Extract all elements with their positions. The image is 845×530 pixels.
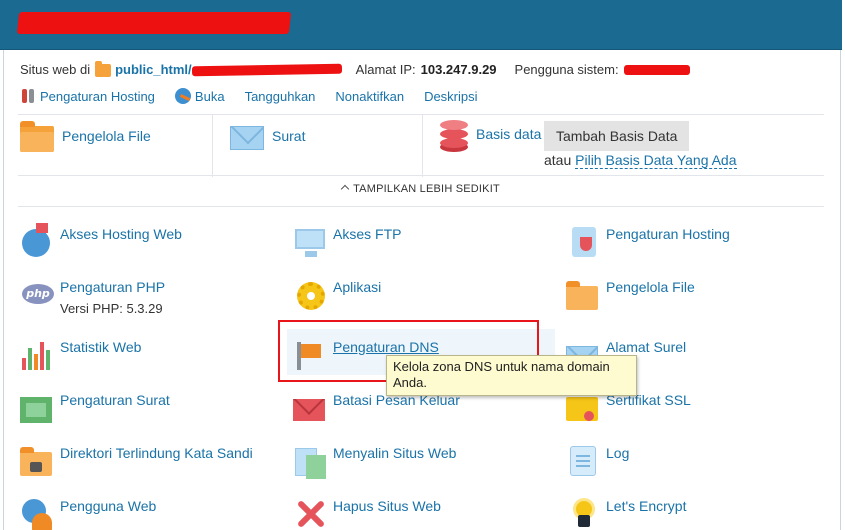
open-label: Buka bbox=[194, 88, 225, 104]
folder-icon bbox=[566, 278, 600, 312]
disable-action[interactable]: Nonaktifkan bbox=[335, 89, 404, 104]
ftp-monitor-icon bbox=[293, 225, 327, 259]
add-database-button[interactable]: Tambah Basis Data bbox=[544, 121, 690, 151]
hosting-shield-icon bbox=[566, 225, 600, 259]
redacted-system-user bbox=[623, 65, 690, 75]
top-header-bar bbox=[0, 0, 842, 50]
mail-settings-item[interactable]: Pengaturan Surat bbox=[20, 391, 170, 425]
php-version-text: Versi PHP: 5.3.29 bbox=[60, 301, 163, 316]
hosting-settings-label: Pengaturan Hosting bbox=[40, 88, 155, 104]
log-icon bbox=[566, 444, 600, 478]
tile-divider bbox=[422, 115, 423, 177]
tile-divider bbox=[212, 115, 213, 177]
folder-icon bbox=[20, 121, 54, 152]
file-manager-item[interactable]: Pengelola File bbox=[566, 278, 695, 312]
php-icon: php bbox=[20, 278, 54, 312]
applications-label: Aplikasi bbox=[333, 279, 382, 295]
lets-encrypt-label: Let's Encrypt bbox=[606, 498, 687, 514]
applications-item[interactable]: Aplikasi bbox=[293, 278, 381, 312]
ftp-access-item[interactable]: Akses FTP bbox=[293, 225, 401, 259]
file-manager-tile[interactable]: Pengelola File bbox=[20, 121, 151, 152]
web-user-icon bbox=[20, 497, 54, 530]
remove-website-item[interactable]: Hapus Situs Web bbox=[293, 497, 441, 530]
mail-settings-icon bbox=[20, 391, 54, 425]
web-users-item[interactable]: Pengguna Web bbox=[20, 497, 156, 530]
globe-flag-icon bbox=[20, 223, 54, 259]
delete-x-icon bbox=[293, 497, 327, 530]
gear-icon bbox=[293, 278, 327, 312]
suspend-action[interactable]: Tangguhkan bbox=[245, 89, 316, 104]
website-label: Situs web di bbox=[20, 61, 91, 77]
hosting-settings-action[interactable]: Pengaturan Hosting bbox=[20, 88, 155, 104]
choose-existing-database-row: atau Pilih Basis Data Yang Ada bbox=[544, 152, 737, 169]
email-address-label: Alamat Surel bbox=[606, 339, 687, 355]
database-icon bbox=[440, 120, 468, 152]
web-users-label: Pengguna Web bbox=[60, 498, 157, 514]
dns-tooltip: Kelola zona DNS untuk nama domain Anda. bbox=[386, 355, 637, 396]
description-action[interactable]: Deskripsi bbox=[424, 89, 477, 104]
certificate-icon bbox=[566, 391, 600, 425]
mail-tile[interactable]: Surat bbox=[230, 122, 305, 150]
web-hosting-access-label: Akses Hosting Web bbox=[60, 226, 182, 242]
lets-encrypt-icon bbox=[566, 497, 600, 530]
system-user-label: Pengguna sistem: bbox=[514, 61, 619, 77]
copy-site-icon bbox=[293, 444, 327, 479]
web-hosting-access-item[interactable]: Akses Hosting Web bbox=[20, 223, 182, 259]
folder-icon bbox=[95, 60, 112, 77]
remove-website-label: Hapus Situs Web bbox=[333, 498, 441, 514]
choose-existing-database-link[interactable]: Pilih Basis Data Yang Ada bbox=[575, 152, 737, 169]
databases-tile[interactable]: Basis data bbox=[440, 120, 541, 152]
limit-outgoing-messages-item[interactable]: Batasi Pesan Keluar bbox=[293, 391, 460, 425]
ip-value: 103.247.9.29 bbox=[420, 61, 497, 77]
hosting-settings-item[interactable]: Pengaturan Hosting bbox=[566, 225, 730, 259]
locked-folder-icon bbox=[20, 444, 54, 478]
php-settings-label: Pengaturan PHP bbox=[60, 279, 166, 295]
or-text: atau bbox=[544, 152, 572, 168]
open-action[interactable]: Buka bbox=[174, 88, 225, 104]
ftp-access-label: Akses FTP bbox=[333, 226, 402, 242]
website-copying-item[interactable]: Menyalin Situs Web bbox=[293, 444, 457, 479]
ssl-certificates-item[interactable]: Sertifikat SSL bbox=[566, 391, 691, 425]
globe-icon bbox=[174, 88, 191, 104]
password-protected-directories-label: Direktori Terlindung Kata Sandi bbox=[60, 445, 253, 461]
envelope-icon bbox=[230, 126, 264, 150]
redacted-path bbox=[191, 63, 342, 77]
mail-label: Surat bbox=[272, 128, 306, 144]
web-statistics-label: Statistik Web bbox=[60, 339, 142, 355]
outgoing-mail-icon bbox=[293, 391, 327, 425]
site-info-row: Situs web di public_html/ Alamat IP: 103… bbox=[20, 59, 690, 79]
site-actions-row: Pengaturan Hosting Buka Tangguhkan Nonak… bbox=[20, 86, 498, 106]
logs-label: Log bbox=[606, 445, 630, 461]
file-manager-label: Pengelola File bbox=[62, 128, 151, 144]
section-divider bbox=[18, 206, 824, 207]
show-less-toggle[interactable]: TAMPILKAN LEBIH SEDIKIT bbox=[0, 183, 842, 195]
mail-settings-label: Pengaturan Surat bbox=[60, 392, 170, 408]
ip-label: Alamat IP: bbox=[355, 61, 416, 77]
php-settings-item[interactable]: php Pengaturan PHP Versi PHP: 5.3.29 bbox=[20, 278, 165, 316]
databases-label: Basis data bbox=[476, 126, 542, 142]
lets-encrypt-item[interactable]: Let's Encrypt bbox=[566, 497, 687, 530]
wrench-icon bbox=[20, 88, 36, 104]
web-statistics-item[interactable]: Statistik Web bbox=[20, 338, 141, 372]
hosting-settings-item-label: Pengaturan Hosting bbox=[606, 226, 730, 242]
document-root-link[interactable]: public_html/ bbox=[115, 62, 192, 77]
bar-chart-icon bbox=[20, 338, 54, 372]
file-manager-item-label: Pengelola File bbox=[606, 279, 695, 295]
redacted-site-title bbox=[16, 12, 292, 34]
chevron-up-icon bbox=[340, 184, 350, 194]
website-copying-label: Menyalin Situs Web bbox=[333, 445, 457, 461]
show-less-label: TAMPILKAN LEBIH SEDIKIT bbox=[353, 183, 500, 195]
password-protected-directories-item[interactable]: Direktori Terlindung Kata Sandi bbox=[20, 444, 253, 478]
logs-item[interactable]: Log bbox=[566, 444, 629, 478]
